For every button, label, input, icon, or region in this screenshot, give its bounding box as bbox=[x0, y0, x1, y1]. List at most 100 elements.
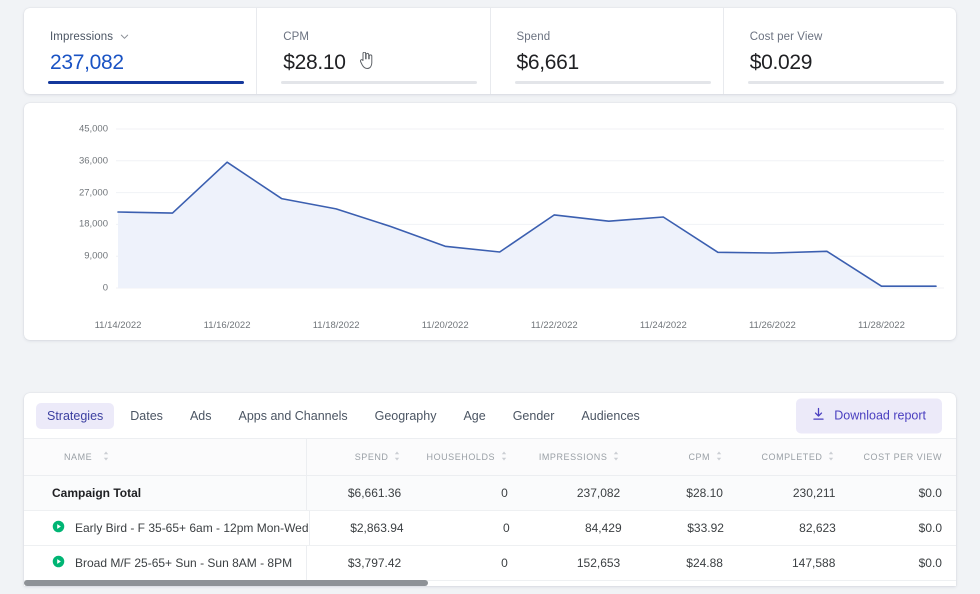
y-axis-tick-label: 0 bbox=[102, 282, 108, 294]
cell-completed: 230,211 bbox=[792, 486, 836, 500]
tab-geography[interactable]: Geography bbox=[364, 403, 448, 429]
sort-icon[interactable] bbox=[500, 451, 508, 463]
cell-cost-per-view: $0.0 bbox=[918, 521, 942, 535]
table-column-header[interactable]: NAME bbox=[24, 439, 307, 475]
kpi-underline bbox=[514, 81, 711, 84]
sort-icon[interactable] bbox=[612, 451, 620, 463]
y-axis-tick-label: 9,000 bbox=[84, 250, 108, 262]
cell-spend: $3,797.42 bbox=[347, 556, 402, 570]
cell-households: 0 bbox=[501, 556, 508, 570]
table-column-header[interactable]: COST PER VIEW bbox=[849, 452, 956, 462]
sort-icon[interactable] bbox=[827, 451, 835, 463]
impressions-chart-card: 45,000 36,000 27,000 18,000 9,000 0 11/14/202… bbox=[24, 103, 956, 340]
sort-icon[interactable] bbox=[102, 451, 110, 463]
chart-y-axis: 45,000 36,000 27,000 18,000 9,000 0 bbox=[46, 103, 108, 340]
tab-gender[interactable]: Gender bbox=[502, 403, 566, 429]
cell-cpm: $33.92 bbox=[687, 521, 724, 535]
x-axis-tick-label: 11/14/2022 bbox=[94, 320, 142, 331]
table-row[interactable]: Early Bird - F 35-65+ 6am - 12pm Mon-Wed… bbox=[24, 511, 956, 546]
download-report-button[interactable]: Download report bbox=[796, 398, 942, 433]
download-icon bbox=[812, 407, 825, 424]
tab-apps-and-channels[interactable]: Apps and Channels bbox=[227, 403, 358, 429]
y-axis-tick-label: 18,000 bbox=[78, 218, 108, 230]
kpi-value: $6,661 bbox=[516, 51, 580, 74]
column-label: COST PER VIEW bbox=[863, 452, 942, 462]
kpi-card-cost-per-view[interactable]: Cost per View $0.029 bbox=[724, 8, 956, 94]
breakdown-table-card: Strategies Dates Ads Apps and Channels Geogr… bbox=[24, 393, 956, 586]
sort-icon[interactable] bbox=[715, 451, 723, 463]
tab-audiences[interactable]: Audiences bbox=[570, 403, 650, 429]
row-name-cell: Early Bird - F 35-65+ 6am - 12pm Mon-Wed bbox=[24, 511, 310, 545]
kpi-label: Impressions bbox=[50, 31, 114, 43]
play-circle-icon bbox=[52, 555, 65, 571]
table-column-header[interactable]: COMPLETED bbox=[737, 451, 849, 463]
chart-x-axis: 11/14/2022 11/16/2022 11/18/2022 11/20/2022… bbox=[95, 316, 944, 340]
cell-cpm: $28.10 bbox=[686, 486, 723, 500]
table-header-row: NAME SPEND HOUSEHOLDS IMPRESSIONS CPM COMPLET… bbox=[24, 438, 956, 476]
table-body: Campaign Total $6,661.36 0 237,082 $28.10 230… bbox=[24, 476, 956, 581]
table-column-header[interactable]: IMPRESSIONS bbox=[522, 451, 634, 463]
x-axis-tick-label: 11/28/2022 bbox=[858, 320, 905, 331]
tab-age[interactable]: Age bbox=[452, 403, 496, 429]
cell-households: 0 bbox=[501, 486, 508, 500]
column-label: NAME bbox=[64, 452, 93, 462]
kpi-value: 237,082 bbox=[50, 51, 124, 74]
kpi-card-impressions[interactable]: Impressions 237,082 bbox=[24, 8, 258, 94]
cell-households: 0 bbox=[503, 521, 510, 535]
column-label: COMPLETED bbox=[761, 452, 823, 462]
table-column-header[interactable]: CPM bbox=[634, 451, 737, 463]
breakdown-tabs: Strategies Dates Ads Apps and Channels Geogr… bbox=[24, 393, 956, 438]
cell-impressions: 84,429 bbox=[584, 521, 622, 535]
kpi-summary-card: Impressions 237,082 CPM $28.10 Spend $6,661 Co… bbox=[24, 8, 956, 94]
cell-cost-per-view: $0.0 bbox=[918, 486, 942, 500]
table-row[interactable]: Broad M/F 25-65+ Sun - Sun 8AM - 8PM $3,7… bbox=[24, 546, 956, 581]
kpi-value: $28.10 bbox=[283, 51, 346, 74]
y-axis-tick-label: 36,000 bbox=[78, 155, 108, 167]
kpi-underline bbox=[281, 81, 478, 84]
kpi-label: Cost per View bbox=[749, 31, 823, 43]
kpi-underline bbox=[747, 81, 944, 84]
y-axis-tick-label: 27,000 bbox=[78, 187, 108, 199]
y-axis-tick-label: 45,000 bbox=[78, 123, 108, 135]
horizontal-scrollbar[interactable] bbox=[24, 579, 956, 587]
cell-impressions: 237,082 bbox=[576, 486, 621, 500]
kpi-label: Spend bbox=[516, 31, 551, 43]
cell-completed: 82,623 bbox=[799, 521, 836, 535]
kpi-label: CPM bbox=[283, 31, 310, 43]
tab-ads[interactable]: Ads bbox=[179, 403, 223, 429]
table-column-header[interactable]: HOUSEHOLDS bbox=[415, 451, 522, 463]
x-axis-tick-label: 11/24/2022 bbox=[639, 320, 687, 331]
chevron-down-icon[interactable] bbox=[120, 32, 129, 41]
sort-icon[interactable] bbox=[393, 451, 401, 463]
x-axis-tick-label: 11/16/2022 bbox=[203, 320, 251, 331]
row-name-label: Broad M/F 25-65+ Sun - Sun 8AM - 8PM bbox=[75, 556, 293, 570]
column-label: IMPRESSIONS bbox=[538, 452, 608, 462]
column-label: CPM bbox=[688, 452, 711, 462]
tab-dates[interactable]: Dates bbox=[119, 403, 174, 429]
table-column-header[interactable]: SPEND bbox=[307, 451, 415, 463]
cell-cost-per-view: $0.0 bbox=[918, 556, 942, 570]
tab-strategies[interactable]: Strategies bbox=[36, 402, 115, 429]
kpi-underline bbox=[48, 81, 244, 84]
scrollbar-thumb[interactable] bbox=[24, 580, 428, 586]
row-name-label: Campaign Total bbox=[52, 486, 142, 500]
table-row[interactable]: Campaign Total $6,661.36 0 237,082 $28.10 230… bbox=[24, 476, 956, 511]
row-name-cell: Broad M/F 25-65+ Sun - Sun 8AM - 8PM bbox=[24, 546, 307, 580]
row-name-label: Early Bird - F 35-65+ 6am - 12pm Mon-Wed bbox=[75, 521, 309, 535]
cell-spend: $6,661.36 bbox=[347, 486, 402, 500]
cell-completed: 147,588 bbox=[791, 556, 836, 570]
cell-impressions: 152,653 bbox=[576, 556, 621, 570]
column-label: SPEND bbox=[354, 452, 389, 462]
row-name-cell: Campaign Total bbox=[24, 476, 307, 510]
analytics-dashboard: Impressions 237,082 CPM $28.10 Spend $6,661 Co… bbox=[0, 0, 980, 594]
x-axis-tick-label: 11/18/2022 bbox=[312, 320, 360, 331]
kpi-card-spend[interactable]: Spend $6,661 bbox=[491, 8, 724, 94]
cell-spend: $2,863.94 bbox=[350, 521, 404, 535]
x-axis-tick-label: 11/22/2022 bbox=[530, 320, 578, 331]
x-axis-tick-label: 11/20/2022 bbox=[421, 320, 469, 331]
download-report-label: Download report bbox=[834, 408, 926, 423]
column-label: HOUSEHOLDS bbox=[426, 452, 496, 462]
kpi-card-cpm[interactable]: CPM $28.10 bbox=[257, 8, 491, 94]
play-circle-icon bbox=[52, 520, 65, 536]
chart-plot-area bbox=[116, 103, 944, 340]
